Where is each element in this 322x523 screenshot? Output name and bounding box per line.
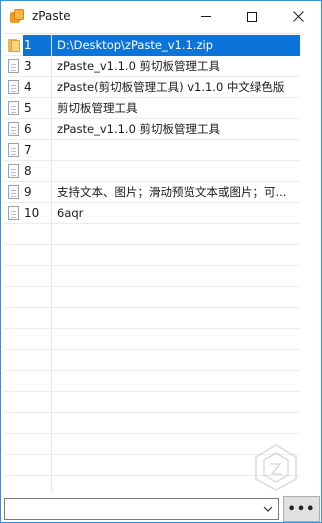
row-content: 6aqr [57, 206, 84, 220]
row-content: zPaste_v1.1.0 剪切板管理工具 [57, 59, 221, 73]
empty-row-line [4, 349, 300, 350]
stray-mark [207, 188, 209, 190]
cell-divider [51, 203, 52, 224]
text-file-icon [8, 122, 21, 137]
row-number: 10 [24, 206, 40, 220]
cell-divider [51, 140, 52, 161]
more-options-button[interactable]: ••• [283, 496, 320, 522]
text-file-icon [8, 143, 21, 158]
list-item[interactable]: 6 zPaste_v1.1.0 剪切板管理工具 [4, 119, 300, 140]
row-number: 8 [24, 164, 32, 178]
bottom-bar: ••• [4, 496, 320, 522]
cell-divider [51, 56, 52, 77]
empty-row-line [4, 433, 300, 434]
row-content: 支持文本、图片；滑动预览文本或图片；可... [57, 185, 287, 199]
row-content: D:\Desktop\zPaste_v1.1.zip [57, 38, 214, 52]
row-number: 7 [24, 143, 32, 157]
list-item[interactable]: 1 D:\Desktop\zPaste_v1.1.zip [4, 35, 300, 56]
empty-row-line [4, 307, 300, 308]
list-item[interactable]: 3 zPaste_v1.1.0 剪切板管理工具 [4, 56, 300, 77]
maximize-button[interactable] [229, 1, 275, 32]
cell-divider [51, 98, 52, 119]
app-window: zPaste 1 D:\Desktop\zPaste_v1.1.zip 3 zPast… [0, 0, 322, 523]
text-file-icon [8, 206, 21, 221]
empty-row-line [4, 286, 300, 287]
row-content: zPaste_v1.1.0 剪切板管理工具 [57, 122, 221, 136]
row-content: zPaste(剪切板管理工具) v1.1.0 中文绿色版 [57, 80, 285, 94]
list-item[interactable]: 4 zPaste(剪切板管理工具) v1.1.0 中文绿色版 [4, 77, 300, 98]
filter-combobox[interactable] [4, 498, 279, 520]
text-file-icon [8, 164, 21, 179]
maximize-icon [247, 11, 257, 22]
text-file-icon [8, 59, 21, 74]
list-item[interactable]: 9 支持文本、图片；滑动预览文本或图片；可... [4, 182, 300, 203]
close-icon [292, 11, 304, 22]
empty-row-line [4, 391, 300, 392]
list-item[interactable]: 8 [4, 161, 300, 182]
watermark-logo-icon [255, 444, 297, 491]
cell-divider [51, 119, 52, 140]
folder-icon [8, 38, 21, 53]
cell-divider [51, 35, 52, 56]
list-item[interactable]: 7 [4, 140, 300, 161]
list-item[interactable]: 5 剪切板管理工具 [4, 98, 300, 119]
row-content [57, 164, 297, 179]
row-number: 6 [24, 122, 32, 136]
list-item[interactable]: 10 6aqr [4, 203, 300, 224]
minimize-icon [201, 16, 211, 17]
cell-divider [51, 182, 52, 203]
empty-row-line [4, 244, 300, 245]
app-logo-icon [10, 9, 25, 24]
minimize-button[interactable] [183, 1, 229, 32]
row-content: 剪切板管理工具 [57, 101, 138, 115]
text-file-icon [8, 101, 21, 116]
clipboard-history-list[interactable]: 1 D:\Desktop\zPaste_v1.1.zip 3 zPaste_v1.1.… [4, 33, 300, 492]
empty-row-line [4, 265, 300, 266]
row-number: 5 [24, 101, 32, 115]
chevron-down-icon[interactable] [263, 504, 273, 514]
row-number: 9 [24, 185, 32, 199]
cell-divider [51, 161, 52, 182]
row-number: 3 [24, 59, 32, 73]
cell-divider [51, 77, 52, 98]
window-title: zPaste [32, 9, 71, 23]
row-content [57, 143, 297, 158]
close-button[interactable] [275, 1, 321, 32]
row-number: 1 [24, 38, 32, 52]
text-file-icon [8, 185, 21, 200]
row-number: 4 [24, 80, 32, 94]
empty-row-line [4, 370, 300, 371]
text-file-icon [8, 80, 21, 95]
empty-row-line [4, 328, 300, 329]
title-bar[interactable]: zPaste [1, 1, 321, 32]
empty-row-line [4, 412, 300, 413]
